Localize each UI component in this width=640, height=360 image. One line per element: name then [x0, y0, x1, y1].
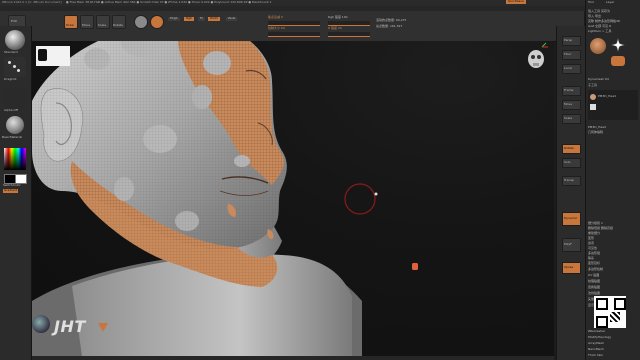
qr-code-icon — [594, 296, 626, 328]
draw-size-label: 绘制大小 64 — [268, 26, 285, 30]
brush-thumbnail-icon[interactable] — [134, 15, 148, 29]
scale-button[interactable]: Scale — [96, 15, 110, 29]
color-picker[interactable] — [4, 148, 26, 170]
panel-row[interactable]: 遮罩 — [588, 241, 639, 246]
standard-brush-icon[interactable] — [5, 30, 25, 50]
dragdot-stroke-icon[interactable] — [4, 57, 26, 77]
zadd-button[interactable]: Zadd — [208, 16, 220, 21]
watermark-logo-icon — [32, 315, 50, 333]
draw-size-slider[interactable] — [268, 32, 320, 37]
layer-label[interactable]: ArrayMesh — [588, 341, 604, 346]
brush-name: Standard — [4, 50, 18, 54]
panel-tab-layer[interactable]: Layer — [606, 0, 614, 5]
panel-row[interactable]: 法线贴图 — [588, 291, 639, 296]
panel-row[interactable]: 重建细分 — [588, 231, 639, 236]
panel-row[interactable]: 多边形绘制 — [588, 267, 639, 272]
left-shelf: Standard DragDot Alpha Off BasicMaterial… — [0, 26, 32, 360]
draw-button[interactable]: Draw — [64, 15, 78, 29]
alpha-name: Alpha Off — [4, 108, 18, 112]
panel-row[interactable]: 置换贴图 — [588, 285, 639, 290]
panel-row[interactable]: 联系 — [588, 256, 639, 261]
subtool-list: PM3D_Head — [588, 90, 638, 120]
panel-tab-tool[interactable]: Tool — [588, 0, 594, 5]
panel-row[interactable]: 导入 导出 — [588, 14, 639, 19]
panel-row[interactable]: 可见性 — [588, 246, 639, 251]
alpha-off-icon[interactable] — [4, 88, 26, 108]
polymesh-tool-thumbnail-icon[interactable] — [611, 56, 625, 66]
rgb-button[interactable]: Rgb — [184, 16, 194, 21]
panel-row[interactable]: 载入工具 另存为 — [588, 9, 639, 14]
shelf-btn-rotate[interactable]: Rotate — [562, 144, 581, 154]
shelf-btn-local[interactable]: Local — [562, 64, 581, 74]
pivot-marker — [412, 263, 418, 270]
shelf-btn-persp[interactable]: Persp — [562, 36, 581, 46]
rgb-intensity-label: Rgb 强度 100 — [328, 15, 348, 19]
sculpt-model — [32, 41, 548, 356]
subtool-2-thumbnail-icon — [590, 104, 596, 110]
panel-row[interactable]: 纹理贴图 — [588, 279, 639, 284]
total-points-readout: 总点数量: 161,397 — [376, 24, 403, 28]
shelf-btn-floor[interactable]: Floor — [562, 50, 581, 60]
canvas-viewport[interactable]: JHT — [32, 41, 554, 356]
top-toolbar: Edit Draw Move Scale Rotate Mrgb Rgb M Z… — [0, 11, 584, 42]
layer-label[interactable]: NanoMesh — [588, 347, 604, 352]
panel-row[interactable]: 多边形组 — [588, 251, 639, 256]
panel-row[interactable]: UV 贴图 — [588, 273, 639, 278]
panel-row[interactable]: PM3D_Head — [588, 125, 639, 130]
material-thumbnail-icon[interactable] — [150, 15, 164, 29]
subtool-thumbnail-icon — [590, 94, 596, 100]
shelf-btn-scale[interactable]: Scale — [562, 114, 581, 124]
layer-label[interactable]: Thick Skin — [588, 353, 603, 358]
active-points-readout: 活动的点数量: 60,237 — [376, 18, 407, 22]
shelf-btn-solo[interactable]: Solo — [562, 158, 581, 168]
z-intensity-label: Z 强度 25 — [328, 26, 342, 30]
shelf-btn-move[interactable]: Move — [562, 100, 581, 110]
panel-row[interactable]: 细分级别 1 — [588, 221, 639, 226]
navigation-cube-icon[interactable] — [528, 42, 548, 68]
mrgb-button[interactable]: Mrgb — [168, 16, 180, 21]
watermark-text: JHT — [54, 317, 86, 336]
right-shelf: Persp Floor Local Frame Move Scale Rotat… — [556, 26, 585, 360]
panel-row[interactable]: 克隆 制作多边形网格3D — [588, 19, 639, 24]
panel-row[interactable]: 删除低级 删除高级 — [588, 226, 639, 231]
panel-row[interactable]: GoZ 全部 可见 R — [588, 24, 639, 29]
layer-label[interactable]: ZRemesher — [588, 329, 605, 334]
layer-label[interactable]: ModifyTopology — [588, 335, 611, 340]
bottom-bar — [32, 356, 554, 360]
panel-row[interactable]: Dynamesh 64 — [588, 77, 639, 82]
shelf-btn-dynamic[interactable]: Dynamic — [562, 212, 581, 226]
focal-shift-label: 焦点衰减 0 — [268, 15, 283, 19]
shelf-btn-xpose[interactable]: Xpose — [562, 262, 581, 274]
panel-row[interactable]: 子工具 — [588, 83, 639, 88]
subtool-name[interactable]: PM3D_Head — [598, 94, 616, 99]
watermark-triangle-icon — [98, 323, 108, 332]
head-tool-thumbnail-icon[interactable] — [590, 38, 606, 54]
shelf-btn-frame[interactable]: Frame — [562, 86, 581, 96]
basic-material-icon[interactable] — [6, 116, 24, 134]
shelf-btn-transp[interactable]: Transp — [562, 176, 581, 186]
app-title: ZBrush 2022.0.1 [C: ZBrush Document] — [2, 0, 62, 4]
switch-color-button[interactable]: SwitchColor — [3, 183, 21, 188]
panel-row[interactable]: Lightbox > 工具 — [588, 29, 639, 34]
zsub-button[interactable]: Zsub — [226, 16, 238, 21]
panel-row[interactable]: 变形目标 — [588, 261, 639, 266]
move-button[interactable]: Move — [80, 15, 94, 29]
brush-cursor — [344, 183, 376, 215]
system-stats: ● Free Mem 38.617GB ● Active Mem 902.364… — [66, 0, 272, 4]
gradient-button[interactable]: Gradient — [3, 188, 19, 193]
quicksave-button[interactable]: QuickSave — [506, 0, 526, 4]
stroke-name: DragDot — [4, 77, 17, 81]
panel-row[interactable]: 几何体编辑 — [588, 130, 639, 135]
inset-preview — [36, 46, 70, 66]
z-intensity-slider[interactable] — [328, 32, 370, 37]
shelf-btn-polyf[interactable]: PolyF — [562, 238, 581, 252]
star-tool-thumbnail-icon[interactable] — [611, 38, 625, 52]
m-button[interactable]: M — [198, 16, 205, 21]
material-name: BasicMaterial — [2, 135, 23, 139]
panel-row[interactable]: 变形 — [588, 236, 639, 241]
tool-panel: Tool Layer 载入工具 另存为 导入 导出 克隆 制作多边形网格3D G… — [585, 0, 640, 360]
rotate-button[interactable]: Rotate — [112, 15, 126, 29]
